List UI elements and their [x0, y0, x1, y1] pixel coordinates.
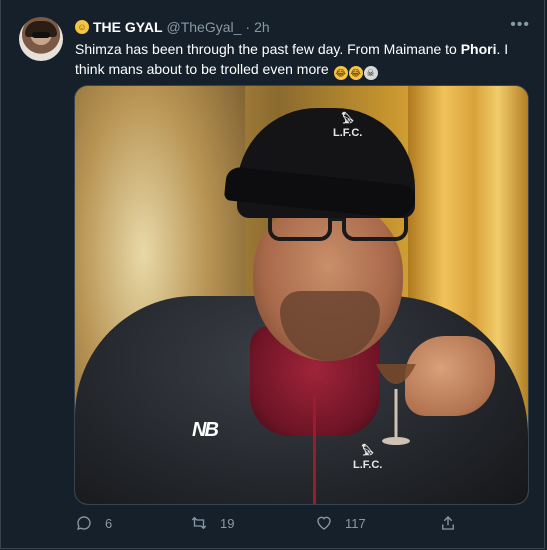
author-avatar[interactable] — [19, 17, 63, 61]
tweet-text-part1: Shimza has been through the past few day… — [75, 41, 461, 57]
retweet-icon — [191, 516, 207, 530]
media-zip — [313, 396, 316, 504]
tweet-text: Shimza has been through the past few day… — [75, 39, 535, 80]
name-emoji-icon: ☺ — [75, 20, 89, 34]
media-jacket-logo: 𓅃 L.F.C. — [353, 446, 382, 472]
tweet-timestamp[interactable]: 2h — [254, 19, 270, 35]
tweet-card[interactable]: ☺ THE GYAL @TheGyal_ · 2h ••• Shimza has… — [0, 0, 545, 549]
author-handle[interactable]: @TheGyal_ — [167, 19, 242, 35]
rofl-emoji-icon: 😂 — [348, 66, 363, 80]
heart-icon — [317, 516, 331, 530]
more-options-icon[interactable]: ••• — [510, 17, 530, 33]
tweet-header: ☺ THE GYAL @TheGyal_ · 2h ••• — [75, 17, 530, 37]
wine-glass-icon — [376, 364, 416, 445]
reply-icon — [76, 516, 91, 530]
liverbird-icon: 𓅃 — [341, 114, 354, 126]
retweet-count: 19 — [220, 515, 235, 531]
reply-button[interactable]: 6 — [75, 514, 112, 532]
media-cap-logo: 𓅃 L.F.C. — [333, 114, 362, 140]
retweet-button[interactable]: 19 — [190, 514, 234, 532]
header-separator: · — [245, 19, 251, 35]
rofl-emoji-icon: 😂 — [333, 66, 348, 80]
like-count: 117 — [345, 515, 366, 531]
tweet-actions: 6 19 117 — [75, 514, 475, 534]
tweet-text-bold: Phori — [460, 41, 497, 57]
share-button[interactable] — [439, 514, 457, 532]
like-button[interactable]: 117 — [315, 514, 366, 532]
share-icon — [442, 516, 454, 530]
tweet-media-image[interactable]: 𓅃 L.F.C. NB 𓅃 L.F.C. — [74, 85, 529, 505]
jacket-logo-text: L.F.C. — [353, 459, 383, 471]
skull-emoji-icon: ☠ — [363, 66, 378, 80]
liverbird-icon: 𓅃 — [361, 446, 374, 458]
author-display-name[interactable]: THE GYAL — [93, 19, 163, 35]
cap-logo-text: L.F.C. — [333, 127, 363, 139]
reply-count: 6 — [105, 515, 113, 531]
avatar-sunglasses — [32, 32, 50, 38]
new-balance-logo: NB — [192, 419, 219, 441]
